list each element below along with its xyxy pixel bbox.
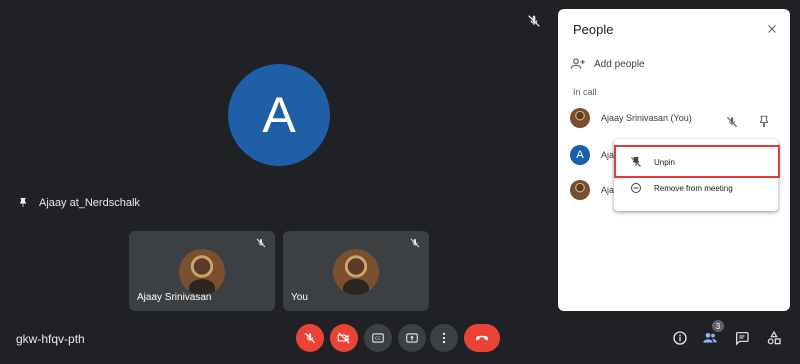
mic-off-icon [526, 13, 542, 29]
more-options-button[interactable] [430, 324, 458, 352]
people-icon [703, 333, 717, 343]
participant-row[interactable]: A Aja [570, 145, 614, 165]
chat-icon [736, 332, 749, 346]
present-icon [406, 333, 418, 343]
more-vert-icon [442, 332, 446, 344]
tile-label: You [291, 292, 308, 303]
tile-label: Ajaay Srinivasan [137, 292, 212, 303]
camera-off-icon [337, 332, 350, 344]
svg-text:CC: CC [375, 336, 381, 341]
info-icon [673, 331, 687, 345]
close-panel-button[interactable] [766, 23, 778, 35]
participant-avatar [570, 180, 590, 200]
microphone-toggle-button[interactable] [296, 324, 324, 352]
participant-avatar [570, 108, 590, 128]
participant-row[interactable]: Ajaay Srinivasan (You) [570, 108, 692, 128]
menu-item-label: Remove from meeting [654, 183, 733, 193]
menu-item-remove[interactable]: Remove from meeting [614, 175, 778, 201]
pin-icon [760, 115, 768, 128]
pin-icon [17, 197, 29, 209]
participant-avatar: A [570, 145, 590, 165]
highlight-box [614, 145, 780, 178]
captions-button[interactable]: CC [364, 324, 392, 352]
participant-mic-status[interactable] [725, 115, 739, 129]
meeting-code: gkw-hfqv-pth [16, 332, 85, 346]
mic-off-icon [304, 332, 316, 344]
participant-pin-button[interactable] [757, 115, 771, 129]
activities-icon [767, 330, 781, 345]
activities-button[interactable] [766, 330, 782, 346]
participant-tile[interactable]: You [283, 231, 429, 311]
captions-icon: CC [372, 333, 384, 343]
people-count-badge: 3 [712, 320, 724, 332]
pinned-participant-label: Ajaay at_Nerdschalk [17, 197, 140, 209]
mic-off-icon [726, 116, 738, 128]
leave-call-button[interactable] [464, 324, 500, 352]
participant-tile[interactable]: Ajaay Srinivasan [129, 231, 275, 311]
participant-photo [333, 249, 379, 295]
close-icon [768, 25, 776, 33]
hang-up-icon [476, 335, 488, 341]
in-call-section-label: In call [573, 87, 597, 97]
participant-name: Ajaay Srinivasan (You) [601, 113, 692, 123]
add-people-label: Add people [594, 58, 645, 70]
pinned-participant-avatar: A [228, 64, 330, 166]
remove-circle-icon [630, 182, 642, 194]
chat-button[interactable] [734, 330, 750, 346]
present-screen-button[interactable] [398, 324, 426, 352]
add-people-button[interactable]: Add people [570, 56, 645, 72]
participant-row[interactable]: Aja [570, 180, 614, 200]
participant-photo [179, 249, 225, 295]
meeting-details-button[interactable] [672, 330, 688, 346]
person-add-icon [570, 58, 585, 69]
mic-off-icon [255, 237, 267, 249]
camera-toggle-button[interactable] [330, 324, 358, 352]
participant-name: Aja [601, 185, 615, 195]
participant-name: Aja [601, 150, 615, 160]
pinned-participant-name: Ajaay at_Nerdschalk [39, 197, 140, 209]
people-button[interactable] [702, 330, 718, 346]
panel-title: People [573, 22, 614, 37]
mic-off-icon [409, 237, 421, 249]
